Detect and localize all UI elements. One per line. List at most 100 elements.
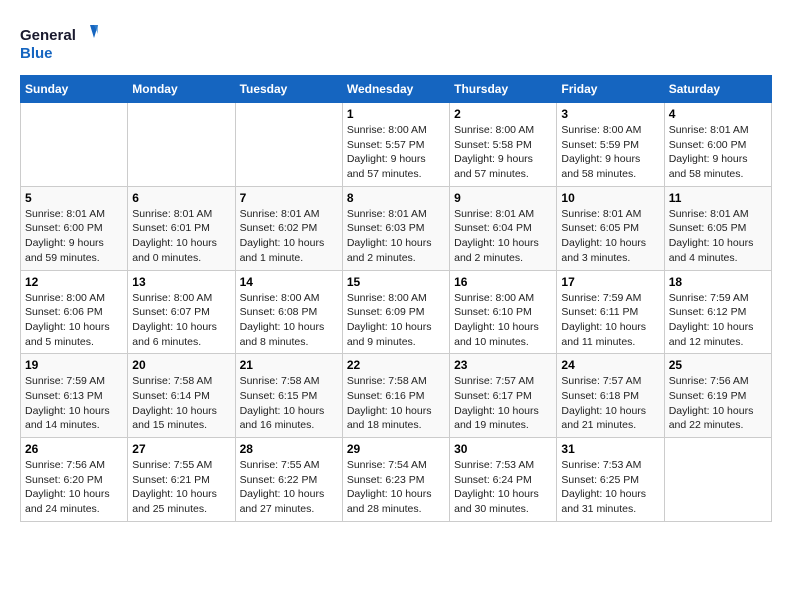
calendar-week-row: 19 Sunrise: 7:59 AM Sunset: 6:13 PM Dayli… bbox=[21, 354, 772, 438]
calendar-cell: 19 Sunrise: 7:59 AM Sunset: 6:13 PM Dayli… bbox=[21, 354, 128, 438]
day-number: 30 bbox=[454, 442, 552, 456]
calendar-cell: 6 Sunrise: 8:01 AM Sunset: 6:01 PM Daylig… bbox=[128, 186, 235, 270]
weekday-label: Sunday bbox=[21, 76, 128, 103]
page-header: General Blue bbox=[20, 20, 772, 65]
calendar-cell: 20Sunrise: 7:58 AM Sunset: 6:14 PM Dayli… bbox=[128, 354, 235, 438]
day-info: Sunrise: 8:00 AM Sunset: 6:10 PM Dayligh… bbox=[454, 291, 552, 350]
day-number: 1 bbox=[347, 107, 445, 121]
calendar-cell: 13Sunrise: 8:00 AM Sunset: 6:07 PM Dayli… bbox=[128, 270, 235, 354]
day-number: 24 bbox=[561, 358, 659, 372]
calendar-cell: 3 Sunrise: 8:00 AM Sunset: 5:59 PM Daylig… bbox=[557, 103, 664, 187]
weekday-label: Tuesday bbox=[235, 76, 342, 103]
day-number: 9 bbox=[454, 191, 552, 205]
day-number: 15 bbox=[347, 275, 445, 289]
calendar-cell: 16 Sunrise: 8:00 AM Sunset: 6:10 PM Dayli… bbox=[450, 270, 557, 354]
day-number: 17 bbox=[561, 275, 659, 289]
day-info: Sunrise: 7:57 AM Sunset: 6:18 PM Dayligh… bbox=[561, 374, 659, 433]
day-info: Sunrise: 7:59 AM Sunset: 6:12 PM Dayligh… bbox=[669, 291, 767, 350]
day-info: Sunrise: 7:55 AM Sunset: 6:22 PM Dayligh… bbox=[240, 458, 338, 517]
calendar-cell bbox=[128, 103, 235, 187]
calendar-cell: 10 Sunrise: 8:01 AM Sunset: 6:05 PM Dayli… bbox=[557, 186, 664, 270]
day-number: 23 bbox=[454, 358, 552, 372]
calendar-cell: 24 Sunrise: 7:57 AM Sunset: 6:18 PM Dayli… bbox=[557, 354, 664, 438]
calendar-cell: 15 Sunrise: 8:00 AM Sunset: 6:09 PM Dayli… bbox=[342, 270, 449, 354]
day-info: Sunrise: 7:58 AM Sunset: 6:16 PM Dayligh… bbox=[347, 374, 445, 433]
calendar-cell: 17 Sunrise: 7:59 AM Sunset: 6:11 PM Dayli… bbox=[557, 270, 664, 354]
weekday-label: Monday bbox=[128, 76, 235, 103]
weekday-label: Saturday bbox=[664, 76, 771, 103]
calendar-cell: 23 Sunrise: 7:57 AM Sunset: 6:17 PM Dayli… bbox=[450, 354, 557, 438]
calendar-cell bbox=[21, 103, 128, 187]
day-info: Sunrise: 8:00 AM Sunset: 5:59 PM Dayligh… bbox=[561, 123, 659, 182]
calendar-cell bbox=[235, 103, 342, 187]
day-info: Sunrise: 8:00 AM Sunset: 6:09 PM Dayligh… bbox=[347, 291, 445, 350]
day-info: Sunrise: 8:00 AM Sunset: 5:57 PM Dayligh… bbox=[347, 123, 445, 182]
calendar-cell bbox=[664, 438, 771, 522]
svg-text:General: General bbox=[20, 27, 76, 44]
day-number: 2 bbox=[454, 107, 552, 121]
day-info: Sunrise: 8:01 AM Sunset: 6:00 PM Dayligh… bbox=[25, 207, 123, 266]
calendar-cell: 31Sunrise: 7:53 AM Sunset: 6:25 PM Dayli… bbox=[557, 438, 664, 522]
calendar-cell: 9 Sunrise: 8:01 AM Sunset: 6:04 PM Daylig… bbox=[450, 186, 557, 270]
day-number: 28 bbox=[240, 442, 338, 456]
day-number: 31 bbox=[561, 442, 659, 456]
weekday-label: Wednesday bbox=[342, 76, 449, 103]
calendar-cell: 14Sunrise: 8:00 AM Sunset: 6:08 PM Dayli… bbox=[235, 270, 342, 354]
calendar-cell: 27 Sunrise: 7:55 AM Sunset: 6:21 PM Dayli… bbox=[128, 438, 235, 522]
calendar-cell: 21 Sunrise: 7:58 AM Sunset: 6:15 PM Dayli… bbox=[235, 354, 342, 438]
day-info: Sunrise: 7:58 AM Sunset: 6:15 PM Dayligh… bbox=[240, 374, 338, 433]
day-number: 21 bbox=[240, 358, 338, 372]
day-info: Sunrise: 8:01 AM Sunset: 6:00 PM Dayligh… bbox=[669, 123, 767, 182]
day-info: Sunrise: 8:01 AM Sunset: 6:03 PM Dayligh… bbox=[347, 207, 445, 266]
day-info: Sunrise: 7:55 AM Sunset: 6:21 PM Dayligh… bbox=[132, 458, 230, 517]
day-info: Sunrise: 7:53 AM Sunset: 6:24 PM Dayligh… bbox=[454, 458, 552, 517]
calendar-week-row: 1 Sunrise: 8:00 AM Sunset: 5:57 PM Daylig… bbox=[21, 103, 772, 187]
calendar-body: 1 Sunrise: 8:00 AM Sunset: 5:57 PM Daylig… bbox=[21, 103, 772, 522]
day-info: Sunrise: 8:00 AM Sunset: 5:58 PM Dayligh… bbox=[454, 123, 552, 182]
day-number: 6 bbox=[132, 191, 230, 205]
weekday-label: Thursday bbox=[450, 76, 557, 103]
day-info: Sunrise: 8:01 AM Sunset: 6:05 PM Dayligh… bbox=[561, 207, 659, 266]
logo: General Blue bbox=[20, 20, 100, 65]
calendar-cell: 8Sunrise: 8:01 AM Sunset: 6:03 PM Daylig… bbox=[342, 186, 449, 270]
calendar-cell: 11 Sunrise: 8:01 AM Sunset: 6:05 PM Dayli… bbox=[664, 186, 771, 270]
calendar-cell: 28 Sunrise: 7:55 AM Sunset: 6:22 PM Dayli… bbox=[235, 438, 342, 522]
day-number: 26 bbox=[25, 442, 123, 456]
calendar-cell: 30 Sunrise: 7:53 AM Sunset: 6:24 PM Dayli… bbox=[450, 438, 557, 522]
calendar-cell: 26Sunrise: 7:56 AM Sunset: 6:20 PM Dayli… bbox=[21, 438, 128, 522]
weekday-header-row: SundayMondayTuesdayWednesdayThursdayFrid… bbox=[21, 76, 772, 103]
day-info: Sunrise: 8:01 AM Sunset: 6:01 PM Dayligh… bbox=[132, 207, 230, 266]
calendar-cell: 22 Sunrise: 7:58 AM Sunset: 6:16 PM Dayli… bbox=[342, 354, 449, 438]
calendar-cell: 29 Sunrise: 7:54 AM Sunset: 6:23 PM Dayli… bbox=[342, 438, 449, 522]
calendar-week-row: 5 Sunrise: 8:01 AM Sunset: 6:00 PM Daylig… bbox=[21, 186, 772, 270]
day-number: 18 bbox=[669, 275, 767, 289]
day-number: 3 bbox=[561, 107, 659, 121]
logo-svg: General Blue bbox=[20, 20, 100, 65]
day-info: Sunrise: 7:54 AM Sunset: 6:23 PM Dayligh… bbox=[347, 458, 445, 517]
day-number: 7 bbox=[240, 191, 338, 205]
day-info: Sunrise: 8:01 AM Sunset: 6:04 PM Dayligh… bbox=[454, 207, 552, 266]
calendar-cell: 18 Sunrise: 7:59 AM Sunset: 6:12 PM Dayli… bbox=[664, 270, 771, 354]
day-number: 10 bbox=[561, 191, 659, 205]
svg-text:Blue: Blue bbox=[20, 45, 53, 62]
calendar-cell: 12Sunrise: 8:00 AM Sunset: 6:06 PM Dayli… bbox=[21, 270, 128, 354]
day-number: 16 bbox=[454, 275, 552, 289]
day-info: Sunrise: 7:59 AM Sunset: 6:11 PM Dayligh… bbox=[561, 291, 659, 350]
day-number: 11 bbox=[669, 191, 767, 205]
day-number: 27 bbox=[132, 442, 230, 456]
calendar-cell: 1 Sunrise: 8:00 AM Sunset: 5:57 PM Daylig… bbox=[342, 103, 449, 187]
calendar-table: SundayMondayTuesdayWednesdayThursdayFrid… bbox=[20, 75, 772, 522]
day-number: 5 bbox=[25, 191, 123, 205]
day-number: 14 bbox=[240, 275, 338, 289]
day-number: 19 bbox=[25, 358, 123, 372]
day-number: 29 bbox=[347, 442, 445, 456]
calendar-cell: 7Sunrise: 8:01 AM Sunset: 6:02 PM Daylig… bbox=[235, 186, 342, 270]
day-number: 22 bbox=[347, 358, 445, 372]
calendar-week-row: 26Sunrise: 7:56 AM Sunset: 6:20 PM Dayli… bbox=[21, 438, 772, 522]
day-info: Sunrise: 8:00 AM Sunset: 6:06 PM Dayligh… bbox=[25, 291, 123, 350]
day-info: Sunrise: 7:57 AM Sunset: 6:17 PM Dayligh… bbox=[454, 374, 552, 433]
day-info: Sunrise: 8:01 AM Sunset: 6:05 PM Dayligh… bbox=[669, 207, 767, 266]
day-info: Sunrise: 7:59 AM Sunset: 6:13 PM Dayligh… bbox=[25, 374, 123, 433]
calendar-cell: 25Sunrise: 7:56 AM Sunset: 6:19 PM Dayli… bbox=[664, 354, 771, 438]
day-number: 20 bbox=[132, 358, 230, 372]
